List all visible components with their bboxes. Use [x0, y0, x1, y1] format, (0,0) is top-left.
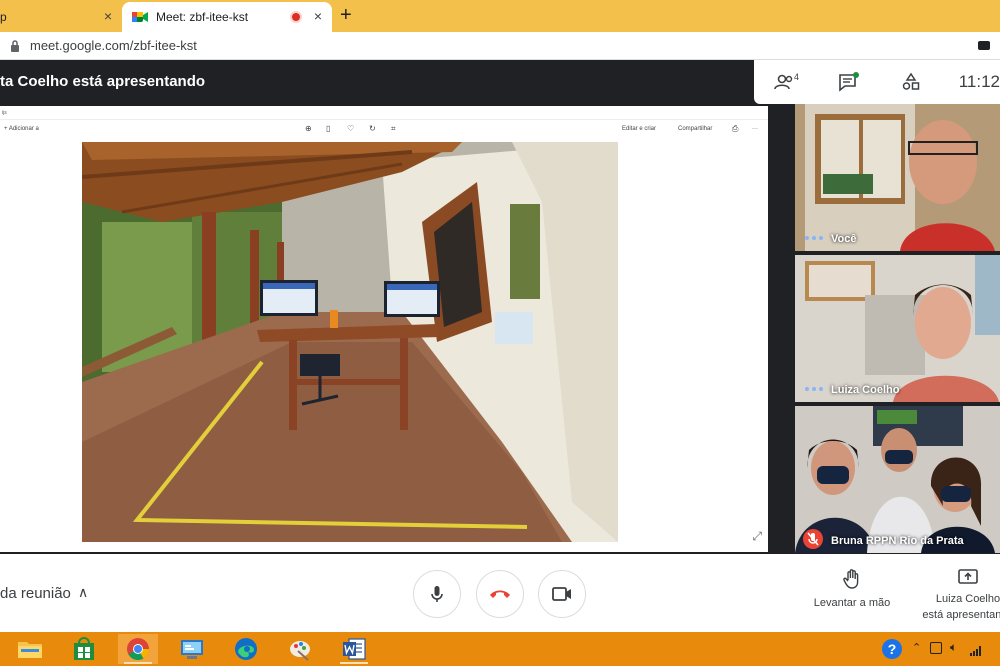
control-panel-icon [181, 640, 203, 659]
browser-tab-previous[interactable]: p × [0, 2, 122, 32]
audio-level-indicator [805, 236, 823, 240]
chat-icon[interactable] [838, 72, 860, 92]
microphone-icon [431, 586, 443, 602]
participant-name: Você [831, 233, 857, 245]
edge-icon [235, 638, 257, 660]
more-options-icon: ··· [752, 126, 758, 132]
word-icon [343, 638, 366, 660]
control-panel-taskbar-button[interactable] [172, 634, 212, 664]
presenter-name-label: Luiza Coelho [935, 593, 1000, 605]
meet-top-toolbar: 4 11:12 [754, 60, 1000, 104]
help-icon[interactable]: ? [882, 639, 902, 659]
chevron-up-icon[interactable]: ⌃ [912, 641, 921, 654]
presentation-stage: ijs + Adicionar a ⊕ ▯ ♡ ↻ ⌗ Editar e cri… [0, 104, 795, 554]
raise-hand-icon [843, 569, 859, 589]
microphone-button[interactable] [413, 570, 461, 618]
new-tab-button[interactable]: + [340, 4, 352, 27]
browser-tab-meet[interactable]: Meet: zbf-itee-kst × [122, 2, 332, 32]
presenting-status-label: está apresentando [922, 609, 1000, 621]
activities-icon[interactable] [900, 72, 922, 92]
participant-tile-self[interactable]: Você [795, 104, 1000, 251]
browser-tab-strip: p × Meet: zbf-itee-kst × + [0, 0, 1000, 32]
crop-icon: ⌗ [391, 124, 396, 133]
meeting-clock: 11:12 [958, 72, 1000, 91]
participant-tile-bruna[interactable]: Bruna RPPN Rio da Prata [795, 406, 1000, 553]
participant-name: Luiza Coelho [831, 384, 900, 396]
muted-mic-icon [803, 529, 823, 549]
share-label: Compartilhar [678, 126, 713, 132]
recording-indicator-icon [290, 11, 302, 23]
camera-button[interactable] [538, 570, 586, 618]
tab-close-icon[interactable]: × [314, 8, 322, 24]
end-call-button[interactable] [476, 570, 524, 618]
rotate-icon: ↻ [369, 124, 376, 133]
print-icon: ⎙ [732, 124, 739, 133]
camera-in-use-icon[interactable] [978, 41, 990, 50]
participant-video [795, 104, 1000, 251]
present-screen-icon [958, 569, 978, 584]
camera-icon [552, 587, 571, 601]
chrome-taskbar-button[interactable] [118, 634, 158, 664]
people-icon[interactable] [774, 72, 796, 92]
shared-photo [82, 142, 618, 542]
tab-close-icon[interactable]: × [104, 8, 112, 24]
network-icon[interactable] [970, 643, 982, 656]
meeting-details-button[interactable]: da reunião [0, 585, 71, 602]
edit-create-label: Editar e criar [622, 126, 657, 132]
meet-header: ta Coelho está apresentando [0, 60, 754, 104]
chevron-up-icon[interactable]: ∧ [78, 584, 88, 601]
end-call-icon [490, 590, 510, 598]
audio-level-indicator [805, 387, 823, 391]
paint-taskbar-button[interactable] [280, 634, 320, 664]
participant-video [795, 255, 1000, 402]
tab-title: Meet: zbf-itee-kst [156, 10, 249, 24]
add-to-album-label: + Adicionar a [4, 126, 39, 132]
meeting-controls-bar: da reunião ∧ Levantar a mão Luiza Coelho… [0, 554, 1000, 632]
edge-taskbar-button[interactable] [226, 634, 266, 664]
store-icon [74, 637, 94, 660]
favorite-icon: ♡ [347, 124, 355, 133]
participant-tiles: Você Luiza Coelho Bruna RPPN Rio da Prat… [795, 104, 1000, 554]
zoom-icon: ⊕ [305, 124, 312, 133]
folder-icon [18, 642, 42, 658]
raise-hand-button[interactable]: Levantar a mão [804, 568, 900, 609]
url-text[interactable]: meet.google.com/zbf-itee-kst [30, 38, 197, 53]
address-bar[interactable]: meet.google.com/zbf-itee-kst [0, 32, 1000, 60]
participant-name: Bruna RPPN Rio da Prata [831, 535, 964, 547]
paint-icon [290, 641, 310, 661]
store-taskbar-button[interactable] [64, 634, 104, 664]
participant-count-badge: 4 [794, 72, 800, 82]
participant-tile-luiza[interactable]: Luiza Coelho [795, 255, 1000, 402]
system-tray: ? ⌃ 🔈︎ [880, 632, 1000, 666]
delete-icon: ▯ [326, 124, 331, 133]
word-taskbar-button[interactable] [334, 634, 374, 664]
raise-hand-label: Levantar a mão [813, 597, 891, 609]
file-explorer-taskbar-button[interactable] [10, 634, 50, 664]
tab-title: p [0, 10, 7, 24]
shared-app-titlebar: ijs [0, 106, 768, 120]
expand-icon[interactable]: ⤢ [752, 529, 762, 544]
volume-icon[interactable]: 🔈︎ [950, 640, 957, 655]
screen: p × Meet: zbf-itee-kst × + meet.google.c… [0, 0, 1000, 666]
chrome-icon [127, 638, 149, 660]
shared-screen: ijs + Adicionar a ⊕ ▯ ♡ ↻ ⌗ Editar e cri… [0, 106, 768, 552]
google-meet-icon [132, 10, 148, 24]
presenter-banner: ta Coelho está apresentando [0, 73, 206, 90]
presentation-status-button[interactable]: Luiza Coelho está apresentando [922, 568, 1000, 622]
participant-video [795, 406, 1000, 553]
shared-app-title: ijs [2, 110, 7, 116]
windows-taskbar: ? ⌃ 🔈︎ [0, 632, 1000, 666]
shared-app-toolbar: + Adicionar a ⊕ ▯ ♡ ↻ ⌗ Editar e criar C… [0, 122, 768, 138]
device-icon[interactable] [930, 642, 942, 654]
lock-icon [10, 39, 20, 52]
